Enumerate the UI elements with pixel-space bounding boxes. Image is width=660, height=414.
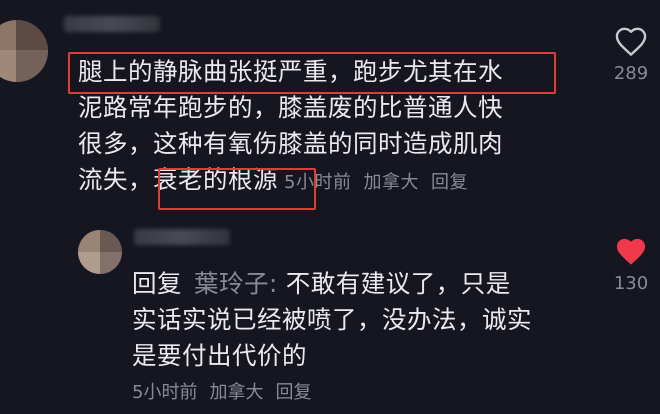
reply-button[interactable]: 回复: [275, 382, 311, 403]
comment-line: 泥路常年跑步的，膝盖废的比普通人快: [78, 93, 503, 122]
reply-prefix: 回复: [132, 269, 182, 298]
username-blurred[interactable]: [134, 229, 230, 245]
reply-button[interactable]: 回复: [431, 172, 468, 193]
like-count: 130: [613, 273, 649, 294]
heart-outline-icon: [615, 27, 647, 56]
avatar[interactable]: [0, 20, 48, 82]
comment-line: 实话实说已经被喷了，没办法，诚实: [132, 305, 532, 334]
comment-thread: 腿上的静脉曲张挺严重，跑步尤其在水 泥路常年跑步的，膝盖废的比普通人快 很多，这…: [0, 0, 660, 414]
reply-to-user[interactable]: 葉玲子:: [194, 269, 278, 298]
username-blurred[interactable]: [64, 16, 160, 32]
highlight-box: [158, 168, 316, 210]
comment-line: 很多，这种有氧伤膝盖的同时造成肌肉: [78, 129, 503, 158]
comment-line: 回复 葉玲子: 不敢有建议了，只是: [132, 269, 511, 298]
heart-filled-icon: [616, 238, 646, 265]
highlight-box: [68, 52, 556, 94]
comment-line: 是要付出代价的: [132, 341, 307, 370]
reply-text: 回复 葉玲子: 不敢有建议了，只是 实话实说已经被喷了，没办法，诚实 是要付出代价的: [132, 266, 532, 374]
like-button[interactable]: 289: [611, 26, 651, 84]
location: 加拿大: [209, 382, 264, 403]
avatar[interactable]: [78, 230, 122, 274]
like-count: 289: [613, 63, 649, 84]
like-button[interactable]: 130: [611, 236, 651, 294]
timestamp: 5小时前: [132, 382, 198, 403]
location: 加拿大: [363, 172, 419, 193]
comment-meta: 5小时前 加拿大 回复: [132, 378, 311, 404]
